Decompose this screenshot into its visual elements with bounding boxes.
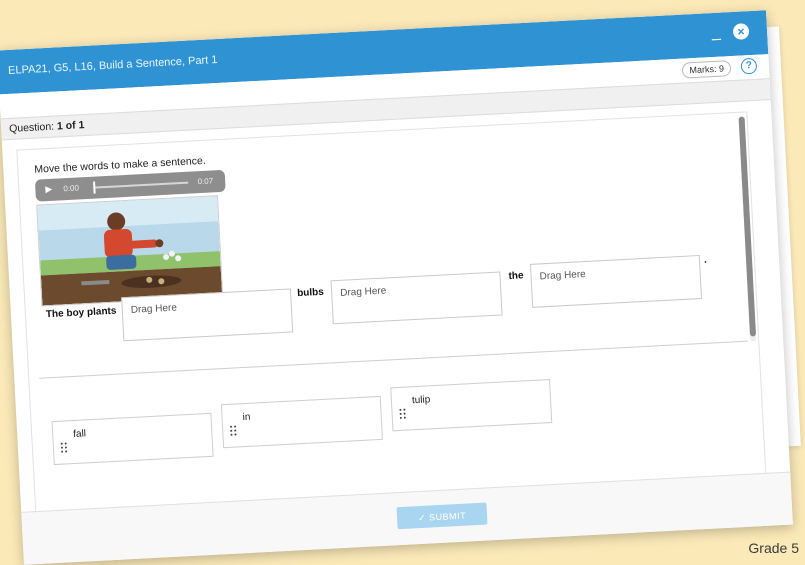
drop-zone-3[interactable]: Drag Here [529,255,703,308]
word-tile-label: tulip [411,394,431,407]
sentence-part-1: The boy plants [45,305,117,321]
submit-button[interactable]: ✓ SUBMIT [396,502,488,530]
window-title: ELPA21, G5, L16, Build a Sentence, Part … [7,53,218,77]
close-icon[interactable]: × [732,23,750,40]
play-icon[interactable]: ▶ [45,184,52,195]
audio-current-time: 0:00 [63,183,80,194]
marks-badge[interactable]: Marks: 9 [682,60,732,79]
help-icon[interactable]: ? [740,57,758,75]
sentence-part-2: bulbs [296,286,325,300]
question-counter: Question: 1 of 1 [9,119,85,135]
drag-handle-icon [60,442,68,453]
audio-progress-track[interactable] [93,181,189,189]
drop-zone-1[interactable]: Drag Here [121,288,294,342]
sentence-part-3: the [508,270,524,283]
word-tile-tulip[interactable]: tulip [390,379,553,432]
question-number: 1 of 1 [56,119,85,133]
drag-handle-icon [230,425,237,436]
word-tile-label: in [242,411,251,424]
grade-label: Grade 5 [748,540,799,556]
word-tile-fall[interactable]: fall [51,412,214,466]
drag-handle-icon [399,408,406,419]
word-tile-label: fall [72,428,87,441]
sentence-period: . [703,254,708,266]
audio-progress-handle[interactable] [93,181,96,194]
test-window: ELPA21, G5, L16, Build a Sentence, Part … [0,10,793,565]
word-tile-in[interactable]: in [220,395,383,449]
minimize-icon[interactable]: _ [709,24,724,41]
drop-zone-2[interactable]: Drag Here [330,271,503,325]
question-panel: Move the words to make a sentence. ▶ 0:0… [16,111,767,517]
scrollbar-thumb[interactable] [738,116,757,337]
question-prefix: Question: [8,120,55,135]
audio-duration: 0:07 [197,176,214,187]
